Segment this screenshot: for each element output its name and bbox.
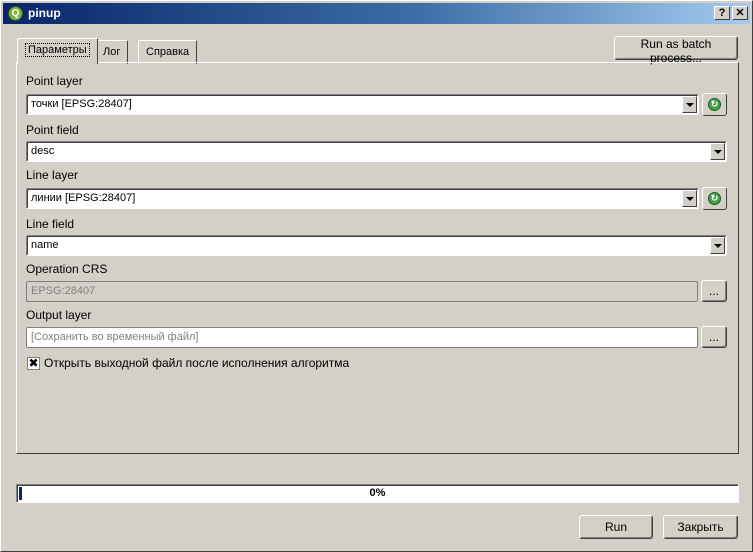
iterate-icon: ↻ bbox=[708, 98, 721, 111]
output-layer-input[interactable]: [Сохранить во временный файл] bbox=[26, 327, 698, 348]
point-layer-value: точки [EPSG:28407] bbox=[31, 98, 132, 110]
iterate-point-layer-button[interactable]: ↻ bbox=[702, 93, 727, 116]
point-layer-select[interactable]: точки [EPSG:28407] bbox=[26, 94, 699, 115]
line-field-value: name bbox=[31, 239, 59, 251]
qgis-icon: Q bbox=[8, 6, 23, 21]
operation-crs-field: EPSG:28407 bbox=[26, 281, 698, 302]
tab-label: Справка bbox=[146, 46, 190, 58]
iterate-line-layer-button[interactable]: ↻ bbox=[702, 187, 727, 210]
line-layer-value: линии [EPSG:28407] bbox=[31, 192, 136, 204]
chevron-down-icon[interactable] bbox=[710, 237, 725, 254]
tab-label: Лог bbox=[103, 46, 121, 58]
run-as-batch-button[interactable]: Run as batch process... bbox=[614, 36, 738, 65]
tab-label: Параметры bbox=[25, 43, 90, 57]
close-window-button[interactable]: ✕ bbox=[732, 6, 748, 20]
progress-bar: 0% bbox=[16, 484, 739, 503]
operation-crs-value: EPSG:28407 bbox=[31, 285, 96, 297]
point-field-value: desc bbox=[31, 145, 55, 157]
open-output-checkbox[interactable]: ✖ bbox=[27, 357, 40, 370]
title-bar[interactable]: Q pinup ? ✕ bbox=[3, 3, 750, 24]
open-output-label[interactable]: Открыть выходной файл после исполнения а… bbox=[44, 356, 349, 370]
tab-help[interactable]: Справка bbox=[138, 40, 198, 64]
point-field-label: Point field bbox=[26, 123, 79, 137]
chevron-down-icon[interactable] bbox=[710, 143, 725, 160]
output-layer-label: Output layer bbox=[26, 308, 92, 322]
iterate-icon: ↻ bbox=[708, 192, 721, 205]
progress-text: 0% bbox=[369, 487, 386, 499]
browse-output-button[interactable]: ... bbox=[701, 326, 727, 348]
tab-log[interactable]: Лог bbox=[95, 40, 129, 64]
tab-parameters[interactable]: Параметры bbox=[17, 38, 98, 64]
output-layer-placeholder: [Сохранить во временный файл] bbox=[31, 331, 199, 343]
line-layer-select[interactable]: линии [EPSG:28407] bbox=[26, 188, 699, 209]
point-field-select[interactable]: desc bbox=[26, 141, 727, 162]
parameters-panel bbox=[16, 62, 739, 454]
line-field-select[interactable]: name bbox=[26, 235, 727, 256]
select-crs-button[interactable]: ... bbox=[701, 280, 727, 302]
chevron-down-icon[interactable] bbox=[682, 96, 697, 113]
run-button[interactable]: Run bbox=[579, 515, 653, 539]
operation-crs-label: Operation CRS bbox=[26, 262, 108, 276]
close-button[interactable]: Закрыть bbox=[663, 515, 738, 539]
chevron-down-icon[interactable] bbox=[682, 190, 697, 207]
help-button[interactable]: ? bbox=[714, 6, 730, 20]
line-field-label: Line field bbox=[26, 217, 75, 231]
line-layer-label: Line layer bbox=[26, 168, 79, 182]
window-title: pinup bbox=[28, 6, 61, 20]
dialog-window: Q pinup ? ✕ Параметры Лог Справка Run as… bbox=[0, 0, 753, 552]
